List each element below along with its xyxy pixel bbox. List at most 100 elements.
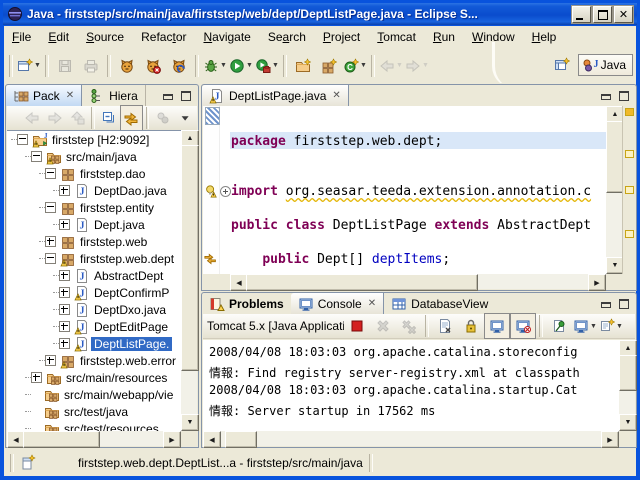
view-menu-button[interactable]	[175, 105, 197, 131]
tree-item-src-main-resources[interactable]: src/main/resources	[7, 369, 181, 386]
tomcat-stop-button[interactable]	[140, 53, 166, 79]
scroll-down-icon[interactable]: ▼	[619, 414, 637, 431]
expand-icon[interactable]	[59, 338, 70, 349]
expand-icon[interactable]	[45, 355, 56, 366]
expand-icon[interactable]	[59, 321, 70, 332]
console-output[interactable]: 2008/04/08 18:03:03 org.apache.catalina.…	[203, 340, 619, 431]
new-class-button[interactable]: C▼	[342, 53, 368, 79]
tomcat-start-button[interactable]	[114, 53, 140, 79]
tab-databaseview[interactable]: DatabaseView	[384, 293, 495, 314]
dropdown-arrow-icon[interactable]: ▼	[616, 323, 623, 330]
tree-item-deptlistpage-[interactable]: JDeptListPage.	[7, 335, 181, 352]
collapse-all-button[interactable]	[98, 105, 120, 131]
expand-icon[interactable]	[31, 372, 42, 383]
menu-item-run[interactable]: Run	[433, 30, 455, 44]
tree-hscroll-thumb[interactable]	[23, 431, 100, 448]
menu-item-refactor[interactable]: Refactor	[141, 30, 186, 44]
show-stderr-button[interactable]	[510, 313, 536, 339]
dropdown-arrow-icon[interactable]: ▼	[422, 62, 429, 69]
editor-hscroll-thumb[interactable]	[246, 274, 478, 291]
editor-body[interactable]: package firststep.web.dept;import org.se…	[203, 106, 635, 274]
tree-item-src-main-java[interactable]: src/main/java	[7, 148, 181, 165]
nav-back-button[interactable]	[21, 105, 43, 131]
maximize-view-button[interactable]	[179, 90, 193, 102]
editor-vertical-scrollbar[interactable]: ▲ ▼	[606, 106, 622, 274]
tree-horizontal-scrollbar[interactable]: ◀ ▶	[7, 431, 181, 446]
title-bar[interactable]: Java - firststep/src/main/java/firststep…	[3, 3, 637, 25]
nav-forward-button[interactable]	[43, 105, 65, 131]
scroll-left-icon[interactable]: ◀	[203, 431, 221, 448]
tree-vertical-scrollbar[interactable]: ▲ ▼	[181, 130, 197, 431]
scroll-down-icon[interactable]: ▼	[181, 414, 199, 431]
save-button[interactable]	[52, 53, 78, 79]
tree-item-dept-java[interactable]: JDept.java	[7, 216, 181, 233]
open-perspective-button[interactable]	[549, 52, 575, 78]
menu-item-search[interactable]: Search	[268, 30, 306, 44]
dropdown-arrow-icon[interactable]: ▼	[272, 62, 279, 69]
scroll-right-icon[interactable]: ▶	[601, 431, 619, 448]
close-icon[interactable]: ✕	[366, 298, 376, 309]
dropdown-arrow-icon[interactable]: ▼	[246, 62, 253, 69]
close-window-button[interactable]: ✕	[614, 6, 633, 23]
minimize-editor-button[interactable]	[599, 90, 613, 102]
tree-item-src-main-webapp-vie[interactable]: src/main/webapp/vie	[7, 386, 181, 403]
scroll-right-icon[interactable]: ▶	[588, 274, 606, 291]
tree-item-depteditpage[interactable]: JDeptEditPage	[7, 318, 181, 335]
overview-ruler[interactable]	[622, 106, 635, 274]
maximize-editor-button[interactable]	[617, 90, 631, 102]
console-horizontal-scrollbar[interactable]: ◀ ▶	[203, 431, 619, 446]
menu-item-help[interactable]: Help	[532, 30, 557, 44]
overview-warning-marker[interactable]	[625, 150, 634, 158]
scroll-right-icon[interactable]: ▶	[163, 431, 181, 448]
fast-view-icon[interactable]	[20, 454, 36, 472]
collapse-icon[interactable]	[17, 134, 28, 145]
run-external-button[interactable]: ▼	[254, 53, 280, 79]
clear-console-button[interactable]	[432, 313, 458, 339]
minimize-view-button[interactable]	[161, 90, 175, 102]
overview-warning-marker[interactable]	[625, 108, 634, 116]
expand-icon[interactable]	[59, 185, 70, 196]
dropdown-arrow-icon[interactable]: ▼	[360, 62, 367, 69]
menu-item-navigate[interactable]: Navigate	[203, 30, 250, 44]
console-vertical-scrollbar[interactable]: ▲ ▼	[619, 340, 635, 431]
pin-console-button[interactable]	[546, 313, 572, 339]
dropdown-arrow-icon[interactable]: ▼	[590, 323, 597, 330]
tree-item-firststep-entity[interactable]: firststep.entity	[7, 199, 181, 216]
minimize-window-button[interactable]	[572, 6, 591, 23]
tab-problems[interactable]: Problems	[202, 293, 291, 314]
console-vscroll-thumb[interactable]	[619, 355, 637, 391]
minimize-view-button[interactable]	[599, 298, 613, 310]
menu-item-edit[interactable]: Edit	[48, 30, 69, 44]
overview-warning-marker[interactable]	[625, 230, 634, 238]
expand-icon[interactable]	[59, 270, 70, 281]
link-with-editor-button[interactable]	[120, 105, 142, 131]
overview-warning-marker[interactable]	[625, 186, 634, 194]
tree-vscroll-thumb[interactable]	[181, 145, 199, 371]
dropdown-arrow-icon[interactable]: ▼	[34, 62, 41, 69]
tab-package-explorer[interactable]: Pack ✕	[6, 85, 82, 106]
collapse-icon[interactable]	[45, 253, 56, 264]
tab-editor-deptlistpage[interactable]: J DeptListPage.java ✕	[202, 85, 349, 106]
java-perspective-button[interactable]: J Java	[578, 54, 633, 76]
collapse-icon[interactable]	[45, 202, 56, 213]
maximize-window-button[interactable]	[593, 6, 612, 23]
remove-launch-button[interactable]	[370, 313, 396, 339]
focus-button[interactable]	[152, 105, 174, 131]
tree-item-deptconfirmp[interactable]: JDeptConfirmP	[7, 284, 181, 301]
open-console-button[interactable]: ▼	[598, 313, 624, 339]
menu-item-file[interactable]: File	[12, 30, 31, 44]
run-button[interactable]: ▼	[228, 53, 254, 79]
dropdown-arrow-icon[interactable]: ▼	[220, 62, 227, 69]
tree-item-firststep-dao[interactable]: firststep.dao	[7, 165, 181, 182]
collapse-icon[interactable]	[45, 168, 56, 179]
remove-all-button[interactable]	[396, 313, 422, 339]
scroll-lock-button[interactable]	[458, 313, 484, 339]
maximize-view-button[interactable]	[617, 298, 631, 310]
expand-icon[interactable]	[59, 219, 70, 230]
new-source-folder-button[interactable]	[290, 53, 316, 79]
tree-item-firststep-web-dept[interactable]: firststep.web.dept	[7, 250, 181, 267]
new-package-button[interactable]	[316, 53, 342, 79]
code-area[interactable]: package firststep.web.dept;import org.se…	[203, 106, 605, 274]
show-stdout-button[interactable]	[484, 313, 510, 339]
expand-icon[interactable]	[59, 304, 70, 315]
